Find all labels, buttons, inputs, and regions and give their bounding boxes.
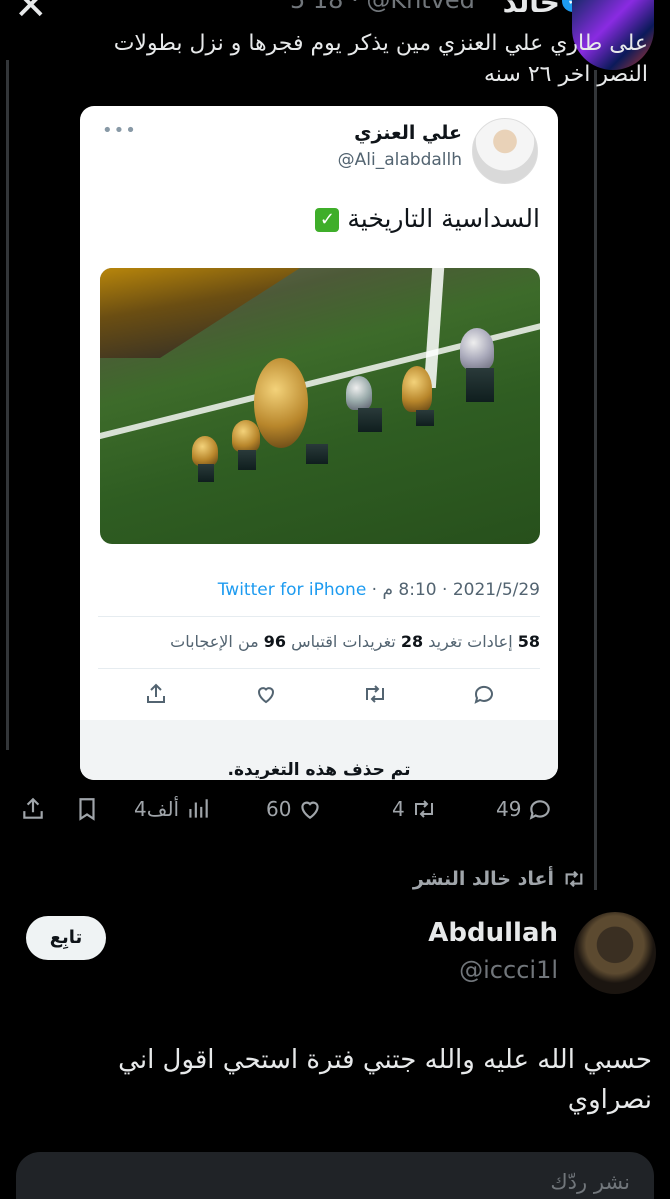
user-avatar[interactable] (574, 912, 656, 994)
reply-button[interactable]: 49 (496, 796, 553, 822)
divider (98, 668, 540, 669)
reply-icon (472, 682, 496, 712)
quotes-label: تغريدات اقتباس (291, 632, 396, 651)
pitch-line (423, 268, 445, 388)
trophy (232, 420, 260, 452)
reply-placeholder: نشر ردّك (550, 1170, 630, 1194)
retweet-button[interactable]: 4 (392, 796, 437, 822)
retweeted-by-label: أعاد خالد النشر (412, 868, 554, 890)
reply-text: حسبي الله عليه والله جتني فترة استحي اقو… (118, 1045, 652, 1115)
trophy-base (198, 464, 214, 482)
thread-line (594, 70, 597, 890)
retweets-count: 4 (392, 797, 405, 821)
user-name[interactable]: Abdullah (428, 918, 558, 948)
tweet-text: على طاري علي العنزي مين يذكر يوم فجرها و… (113, 31, 648, 87)
retweet-icon (565, 870, 583, 888)
author-meta: 5 18 · @Kntved (290, 0, 475, 14)
views-button[interactable]: 4ألف (134, 796, 211, 822)
embedded-source: Twitter for iPhone (217, 580, 367, 600)
trophy (254, 358, 308, 448)
replies-count: 49 (496, 797, 522, 821)
author-name[interactable]: خالد (503, 0, 560, 19)
embedded-author-handle: @Ali_alabdallh (337, 150, 462, 170)
embedded-tweet-text: السداسية التاريخية ✓ (309, 204, 540, 233)
embedded-date: 2021/5/29 · 8:10 م · (366, 580, 540, 600)
likes-label: من الإعجابات (170, 632, 259, 651)
trophy (346, 376, 372, 410)
bookmark-button[interactable] (74, 796, 100, 822)
views-icon (189, 799, 208, 818)
share-button[interactable] (20, 796, 46, 822)
trophy-base (416, 410, 434, 426)
reply-icon (530, 800, 551, 820)
check-mark-icon: ✓ (315, 208, 340, 232)
reply-input[interactable]: نشر ردّك (16, 1152, 654, 1199)
embedded-avatar (472, 118, 538, 184)
divider (98, 616, 540, 617)
retweets-label: إعادات تغريد (428, 632, 513, 651)
share-icon (23, 797, 43, 819)
embedded-text-label: السداسية التاريخية (347, 204, 540, 233)
likes-count: 96 (263, 632, 287, 651)
trophy-base (238, 450, 256, 470)
trophy (402, 366, 432, 412)
views-count: 4ألف (134, 797, 180, 821)
close-icon[interactable]: ✕ (14, 0, 48, 26)
likes-count: 60 (266, 797, 292, 821)
trophy (192, 436, 218, 466)
embedded-stats: 58 إعادات تغريد 28 تغريدات اقتباس 96 من … (170, 632, 540, 651)
scrollbar[interactable] (6, 60, 9, 750)
like-icon (254, 682, 278, 712)
user-handle: @iccci1l (459, 956, 558, 984)
like-button[interactable]: 60 (266, 796, 323, 822)
retweet-icon (362, 682, 388, 712)
bookmark-icon (79, 798, 95, 821)
retweeted-by[interactable]: أعاد خالد النشر (413, 868, 586, 890)
embedded-author-name: علي العنزي (354, 122, 462, 144)
trophy-base (358, 408, 382, 432)
follow-button[interactable]: تابِع (26, 916, 106, 960)
embedded-tweet-image[interactable]: علي العنزي @Ali_alabdallh ••• السداسية ا… (80, 106, 558, 780)
retweets-count: 58 (517, 632, 540, 651)
quotes-count: 28 (400, 632, 424, 651)
share-icon (144, 682, 168, 712)
deleted-notice: تم حذف هذه التغريدة. (227, 760, 411, 780)
embedded-timestamp: 2021/5/29 · 8:10 م · Twitter for iPhone (218, 580, 540, 600)
retweet-icon (414, 800, 433, 818)
trophies-photo (100, 268, 540, 544)
trophy-base (466, 368, 494, 402)
trophy-base (306, 444, 328, 464)
heart-icon (301, 801, 320, 819)
more-options-icon: ••• (102, 120, 137, 141)
stadium-stands (100, 268, 300, 358)
trophy (460, 328, 494, 370)
